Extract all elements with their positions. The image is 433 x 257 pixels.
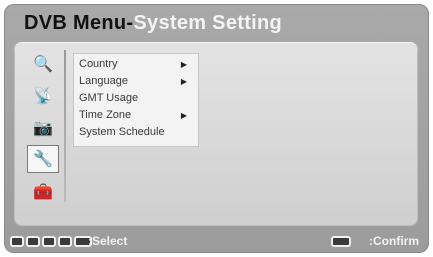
select-hint: :Select — [88, 234, 128, 248]
menu-item-label: System Schedule — [79, 126, 165, 138]
system-setting-submenu: Country ▶ Language ▶ GMT Usage Time Zone… — [74, 54, 198, 146]
confirm-key-icon — [331, 236, 351, 247]
title-prefix: DVB Menu- — [24, 12, 134, 34]
left-key-icon — [10, 236, 24, 247]
menu-item-language[interactable]: Language ▶ — [79, 74, 193, 89]
arrow-right-icon: ▶ — [180, 111, 187, 120]
menu-item-label: Country — [79, 58, 118, 70]
tools-icon[interactable]: 🔧 — [28, 146, 58, 172]
right-key-icon — [26, 236, 40, 247]
search-icon[interactable]: 🔍 — [32, 54, 54, 74]
menu-screen: DVB Menu-System Setting 🔍 📡 📷 🔧 🧰 Countr… — [4, 4, 429, 253]
up-key-icon — [42, 236, 56, 247]
menu-item-label: Language — [79, 75, 128, 87]
menu-item-system-schedule[interactable]: System Schedule — [79, 125, 193, 140]
menu-panel: 🔍 📡 📷 🔧 🧰 Country ▶ Language ▶ GMT Usage… — [14, 42, 418, 226]
menu-item-time-zone[interactable]: Time Zone ▶ — [79, 108, 193, 123]
camera-icon[interactable]: 📷 — [32, 118, 54, 138]
arrow-right-icon: ▶ — [180, 60, 187, 69]
menu-item-country[interactable]: Country ▶ — [79, 57, 193, 72]
toolbox-icon[interactable]: 🧰 — [32, 182, 54, 202]
menu-item-label: Time Zone — [79, 109, 132, 121]
sidebar: 🔍 📡 📷 🔧 🧰 — [24, 50, 66, 210]
title-suffix: System Setting — [133, 12, 283, 34]
footer-hints: :Select :Confirm — [4, 232, 429, 253]
navigation-keys-icon — [10, 234, 92, 249]
satellite-dish-icon[interactable]: 📡 — [32, 86, 54, 106]
confirm-hint: :Confirm — [369, 234, 419, 248]
menu-item-label: GMT Usage — [79, 92, 139, 104]
arrow-right-icon: ▶ — [180, 77, 187, 86]
menu-item-gmt-usage[interactable]: GMT Usage — [79, 91, 193, 106]
down-key-icon — [58, 236, 72, 247]
page-title: DVB Menu-System Setting — [24, 12, 282, 35]
